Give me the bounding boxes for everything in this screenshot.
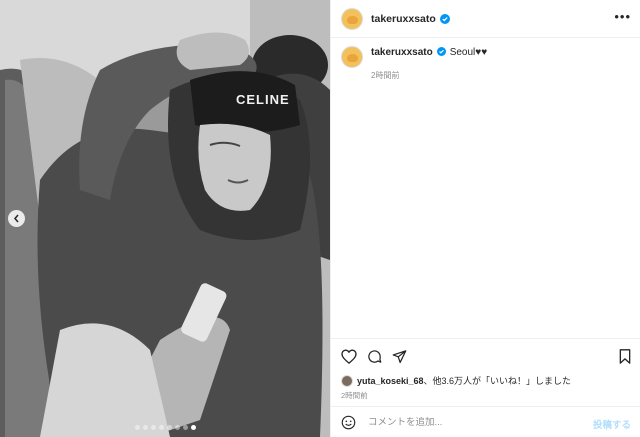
comment-icon[interactable] bbox=[367, 349, 382, 364]
carousel-dot bbox=[150, 425, 156, 430]
carousel-indicator bbox=[0, 425, 330, 430]
likes-text[interactable]: 、他3.6万人が「いいね！」しました bbox=[424, 374, 572, 387]
post-details-panel: takeruxxsato ••• takeruxxsato Seoul♥︎♥︎ … bbox=[330, 0, 640, 437]
carousel-dot-active bbox=[190, 425, 196, 430]
verified-badge-icon bbox=[436, 47, 446, 56]
header-username[interactable]: takeruxxsato bbox=[371, 13, 436, 25]
carousel-dot bbox=[142, 425, 148, 430]
caption-body: Seoul♥︎♥︎ bbox=[449, 47, 488, 58]
bookmark-icon[interactable] bbox=[619, 349, 631, 369]
liked-by-username[interactable]: yuta_koseki_68 bbox=[357, 376, 424, 386]
post-header: takeruxxsato ••• bbox=[331, 0, 640, 38]
avatar[interactable] bbox=[341, 7, 363, 30]
post-timestamp: 2時間前 bbox=[341, 391, 368, 400]
action-bar bbox=[331, 338, 640, 374]
comment-bar: 投稿する bbox=[331, 406, 640, 437]
avatar[interactable] bbox=[341, 46, 363, 68]
verified-badge-icon bbox=[439, 13, 450, 24]
heart-icon[interactable] bbox=[341, 349, 357, 364]
caption: takeruxxsato Seoul♥︎♥︎ 2時間前 bbox=[341, 46, 631, 81]
svg-text:CELINE: CELINE bbox=[236, 92, 290, 107]
carousel-dot bbox=[134, 425, 140, 430]
photo-image: CELINE bbox=[0, 0, 330, 437]
carousel-dot bbox=[166, 425, 172, 430]
likes-summary: yuta_koseki_68 、他3.6万人が「いいね！」しました bbox=[341, 374, 571, 387]
carousel-dot bbox=[158, 425, 164, 430]
share-icon[interactable] bbox=[392, 349, 407, 364]
post-photo[interactable]: CELINE bbox=[0, 0, 330, 437]
caption-timestamp: 2時間前 bbox=[371, 71, 400, 80]
caption-text-block: takeruxxsato Seoul♥︎♥︎ bbox=[371, 46, 487, 60]
more-options-icon[interactable]: ••• bbox=[614, 10, 631, 23]
emoji-icon[interactable] bbox=[341, 415, 356, 430]
caption-username[interactable]: takeruxxsato bbox=[371, 47, 433, 58]
carousel-prev-button[interactable] bbox=[8, 210, 25, 227]
chevron-left-icon bbox=[14, 214, 19, 223]
post-comment-button[interactable]: 投稿する bbox=[593, 417, 631, 431]
carousel-dot bbox=[182, 425, 188, 430]
carousel-dot bbox=[174, 425, 180, 430]
avatar[interactable] bbox=[341, 374, 353, 387]
comment-input[interactable] bbox=[368, 416, 568, 428]
